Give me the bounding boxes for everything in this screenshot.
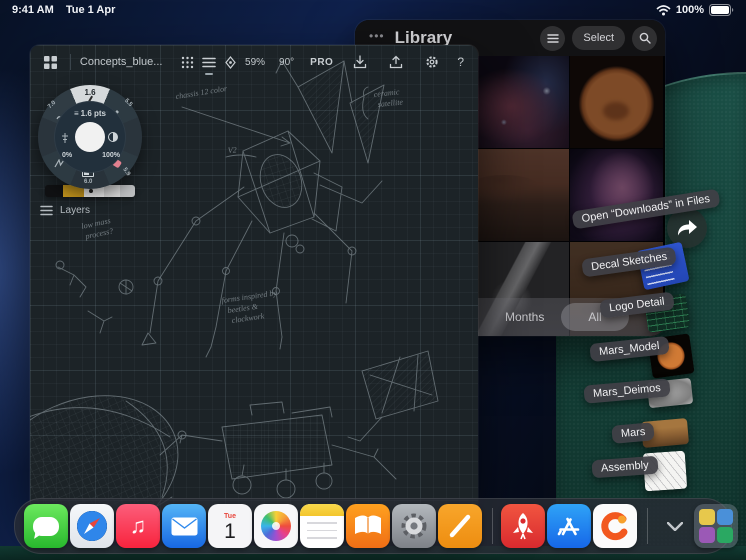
stacked-lines-icon [201, 57, 216, 67]
app-icon-settings[interactable] [392, 504, 436, 548]
app-icon-mail[interactable] [162, 504, 206, 548]
app-library-tile [717, 527, 733, 543]
import-button[interactable] [349, 51, 371, 73]
app-icon-app-store[interactable] [547, 504, 591, 548]
toolbar-divider [70, 54, 71, 70]
chat-bubble-icon [33, 516, 59, 536]
opacity-max-label: 100% [102, 152, 120, 159]
dock: ♫ Tue 1 [14, 498, 738, 554]
music-note-icon: ♫ [129, 513, 147, 538]
canvas-annotation: chassis 12 color [175, 84, 229, 101]
share-forward-button[interactable] [667, 208, 707, 248]
export-button[interactable] [385, 51, 407, 73]
dock-collapse-button[interactable] [660, 504, 690, 548]
airbrush-icon[interactable] [60, 131, 70, 143]
battery-icon [709, 4, 734, 16]
dot-grid-icon [181, 56, 193, 68]
wifi-icon [656, 4, 671, 15]
app-icon-safari[interactable] [70, 504, 114, 548]
date: Tue 1 Apr [65, 4, 116, 16]
app-icon-books[interactable] [346, 504, 390, 548]
stroke-lines-icon: ≡ [73, 109, 79, 118]
search-button[interactable] [632, 25, 657, 51]
precision-grid-button[interactable] [180, 51, 193, 73]
zoom-level[interactable]: 59% [245, 57, 265, 68]
concepts-toolbar: Concepts_blue... 59% 90° PRO ? [30, 45, 478, 79]
pro-badge[interactable]: PRO [310, 57, 333, 68]
canvas-annotation: V2 [228, 145, 237, 155]
app-icon-music[interactable]: ♫ [116, 504, 160, 548]
open-book-icon [355, 515, 381, 534]
concepts-window: chassis 12 color ceramic satellite V2 fo… [30, 45, 478, 513]
rocket-icon [513, 513, 533, 540]
app-icon-rocket[interactable] [501, 504, 545, 548]
status-right: 100% [656, 4, 734, 16]
view-options-button[interactable] [540, 25, 566, 51]
app-icon-app-library[interactable] [694, 504, 738, 548]
search-icon [639, 32, 651, 44]
photos-flower-icon [261, 511, 291, 541]
menu-lines-icon [547, 33, 559, 43]
notes-line [306, 537, 338, 539]
app-store-a-icon [557, 517, 580, 536]
calendar-day: 1 [224, 520, 236, 543]
app-icon-calendar[interactable]: Tue 1 [208, 504, 252, 548]
app-icon-sketch-pen[interactable] [438, 504, 482, 548]
active-color-swatch[interactable] [75, 122, 105, 152]
dock-divider [647, 508, 648, 544]
canvas-annotation: satellite [377, 97, 404, 109]
status-bar: 9:41 AM Tue 1 Apr 100% [0, 0, 746, 20]
app-icon-photos[interactable] [254, 504, 298, 548]
app-library-tile [717, 509, 733, 525]
battery-percent: 100% [675, 4, 704, 16]
chevron-down-icon [667, 521, 683, 531]
notes-header-icon [300, 504, 344, 516]
gallery-grid-button[interactable] [44, 51, 58, 73]
document-title[interactable]: Concepts_blue... [80, 56, 163, 68]
settings-button[interactable] [421, 51, 443, 73]
compass-icon [77, 511, 107, 541]
stroke-width-value: 1.6 pts [80, 109, 106, 118]
window-options-icon[interactable]: ••• [369, 29, 385, 43]
pen-nib-icon [225, 55, 236, 69]
toolbar-right-group: 59% 90° PRO ? [241, 51, 468, 73]
four-squares-icon [44, 55, 58, 69]
app-icon-notes[interactable] [300, 504, 344, 548]
tab-months[interactable]: Months [505, 310, 544, 324]
opacity-toggle-icon[interactable] [108, 132, 118, 142]
import-tray-icon [354, 55, 367, 69]
status-left: 9:41 AM Tue 1 Apr [12, 4, 124, 16]
pen-icon [449, 514, 471, 538]
tool-wheel[interactable]: 1.6 7.0 5.5 6.0 5.9 ≡ 1.6 pts 0% 100% [38, 85, 142, 189]
notes-line [306, 522, 338, 524]
export-tray-icon [390, 55, 403, 69]
gear-icon [401, 513, 427, 539]
envelope-icon [171, 517, 197, 535]
notes-line [306, 529, 338, 531]
selection-tool-button[interactable] [224, 51, 237, 73]
layers-panel-button[interactable] [201, 51, 216, 75]
help-button[interactable]: ? [457, 55, 464, 69]
select-button[interactable]: Select [572, 26, 625, 50]
gear-icon [426, 56, 438, 68]
tool-size-label: 6.0 [84, 179, 93, 185]
clock: 9:41 AM [12, 4, 54, 16]
rotation-angle[interactable]: 90° [279, 57, 294, 68]
c-swirl-icon [601, 512, 628, 541]
app-library-tile [699, 527, 715, 543]
ipad-screen: 9:41 AM Tue 1 Apr 100% ••• Library Selec… [0, 0, 746, 560]
opacity-min-label: 0% [62, 152, 73, 159]
stroke-width-readout: ≡ 1.6 pts [54, 109, 126, 118]
tool-wheel-inner[interactable]: ≡ 1.6 pts 0% 100% [54, 101, 126, 173]
app-icon-c-swirl[interactable] [593, 504, 637, 548]
app-icon-messages[interactable] [24, 504, 68, 548]
drag-item-label: Mars [611, 422, 656, 444]
dock-divider [492, 508, 493, 544]
app-library-tile [699, 509, 715, 525]
forward-arrow-icon [678, 220, 697, 236]
